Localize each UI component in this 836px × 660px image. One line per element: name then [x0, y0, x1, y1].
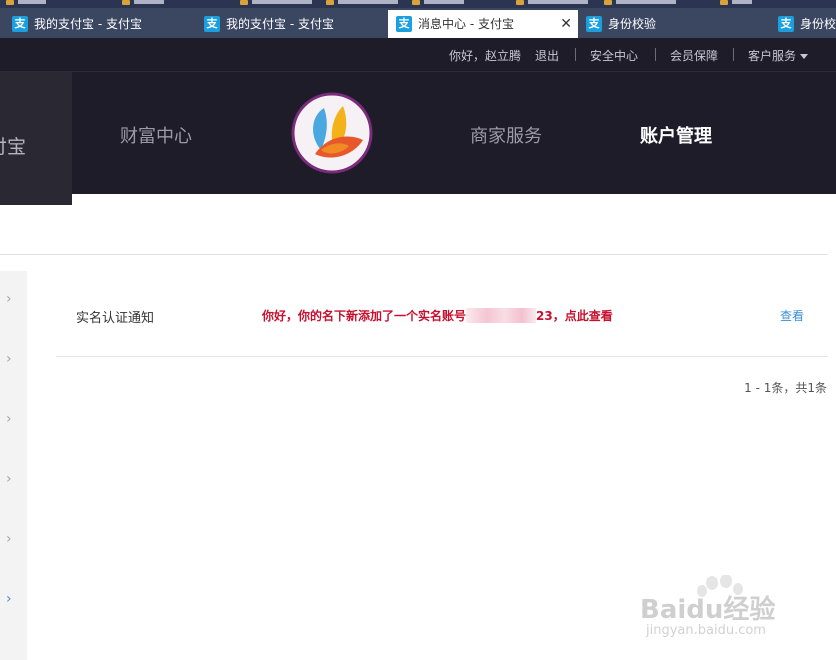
security-center-link[interactable]: 安全中心 [590, 47, 638, 64]
alipay-icon: 支 [586, 16, 602, 32]
site-logo[interactable] [291, 92, 373, 174]
customer-service-menu[interactable]: 客户服务 [748, 47, 809, 64]
main-nav: 财富中心 商家服务 账户管理 [0, 72, 836, 194]
alipay-icon: 支 [12, 16, 28, 32]
logout-link[interactable]: 退出 [535, 47, 559, 64]
tab-identity-check[interactable]: 支 身份校验 [586, 10, 766, 38]
divider [56, 356, 828, 357]
divider [655, 48, 656, 61]
chevron-right-icon[interactable]: › [6, 531, 12, 547]
brand-label: 付宝 [0, 136, 27, 158]
browser-tab-strip: 支 我的支付宝 - 支付宝 支 我的支付宝 - 支付宝 支 消息中心 - 支付宝… [0, 0, 836, 38]
nav-account-management[interactable]: 账户管理 [640, 122, 712, 148]
member-protection-link[interactable]: 会员保障 [670, 47, 718, 64]
tab-my-alipay-1[interactable]: 支 我的支付宝 - 支付宝 [12, 10, 192, 38]
redacted-account [466, 308, 537, 323]
view-link[interactable]: 查看 [780, 307, 804, 324]
tab-message-center[interactable]: 支 消息中心 - 支付宝 ✕ [388, 10, 578, 38]
tab-title: 消息中心 - 支付宝 [418, 17, 514, 31]
pagination-summary: 1 - 1条，共1条 [744, 381, 827, 395]
alipay-icon: 支 [778, 16, 794, 32]
alipay-icon: 支 [396, 16, 412, 32]
top-utility-bar: 你好，赵立腾 退出 安全中心 会员保障 客户服务 [0, 38, 836, 72]
watermark-text: Baidu经验 [640, 595, 776, 625]
left-rail: › › › › › › [0, 271, 27, 660]
user-greeting: 你好，赵立腾 [449, 49, 522, 63]
tab-title: 我的支付宝 - 支付宝 [34, 17, 142, 31]
message-text: 你好，你的名下新添加了一个实名账号 [262, 309, 467, 323]
chevron-right-icon[interactable]: › [6, 591, 12, 607]
watermark-url: jingyan.baidu.com [646, 623, 766, 638]
close-icon[interactable]: ✕ [560, 10, 572, 38]
divider [0, 254, 828, 255]
message-title: 实名认证通知 [76, 311, 155, 326]
message-text: 23，点此查看 [536, 309, 613, 323]
tab-title: 身份校验 [608, 17, 657, 31]
nav-wealth-center[interactable]: 财富中心 [120, 122, 192, 148]
alipay-icon: 支 [204, 16, 220, 32]
divider [733, 48, 734, 61]
message-body[interactable]: 你好，你的名下新添加了一个实名账号 23，点此查看 [262, 307, 613, 324]
nav-merchant-service[interactable]: 商家服务 [470, 122, 542, 148]
customer-service-label: 客户服务 [748, 49, 797, 63]
chevron-right-icon[interactable]: › [6, 471, 12, 487]
chevron-right-icon[interactable]: › [6, 351, 12, 367]
chevron-right-icon[interactable]: › [6, 411, 12, 427]
bookmarks-bar [0, 0, 836, 8]
divider [575, 48, 576, 61]
tab-title: 我的支付宝 - 支付宝 [226, 17, 334, 31]
tab-my-alipay-2[interactable]: 支 我的支付宝 - 支付宝 [204, 10, 384, 38]
caret-down-icon [800, 54, 809, 59]
tab-title: 身份校 [800, 17, 836, 31]
tab-identity-check-2[interactable]: 支 身份校 [778, 10, 836, 38]
chevron-right-icon[interactable]: › [6, 291, 12, 307]
brand-tab[interactable]: 付宝 [0, 72, 72, 205]
